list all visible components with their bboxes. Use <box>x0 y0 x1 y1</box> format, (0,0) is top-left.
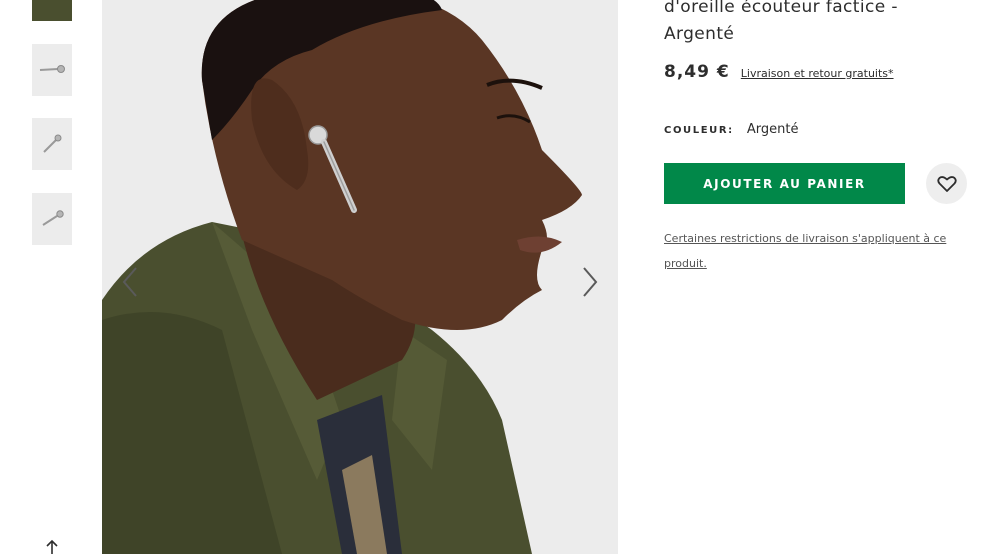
colour-label: COULEUR: <box>664 125 734 136</box>
delivery-restrictions-link[interactable]: Certaines restrictions de livraison s'ap… <box>664 226 964 276</box>
thumbnail-1[interactable] <box>32 0 72 21</box>
free-shipping-link[interactable]: Livraison et retour gratuits* <box>741 67 894 80</box>
thumbnail-2[interactable] <box>32 44 72 96</box>
thumbnail-4[interactable] <box>32 193 72 245</box>
heart-icon <box>937 176 957 192</box>
product-price: 8,49 € <box>664 62 730 82</box>
main-product-image <box>102 0 618 554</box>
thumbnail-3[interactable] <box>32 118 72 170</box>
product-title: d'oreille écouteur factice - Argenté <box>664 0 898 44</box>
previous-image-button[interactable] <box>118 262 142 302</box>
colour-row: COULEUR: Argenté <box>664 118 798 137</box>
product-photo <box>102 0 618 554</box>
wishlist-button[interactable] <box>926 163 967 204</box>
add-to-bag-button[interactable]: AJOUTER AU PANIER <box>664 163 905 204</box>
next-image-button[interactable] <box>578 262 602 302</box>
colour-value: Argenté <box>746 122 799 137</box>
share-icon[interactable] <box>42 538 62 554</box>
product-page: d'oreille écouteur factice - Argenté 8,4… <box>0 0 984 554</box>
price-row: 8,49 € Livraison et retour gratuits* <box>664 62 894 82</box>
chevron-left-icon <box>122 267 137 297</box>
chevron-right-icon <box>583 267 598 297</box>
